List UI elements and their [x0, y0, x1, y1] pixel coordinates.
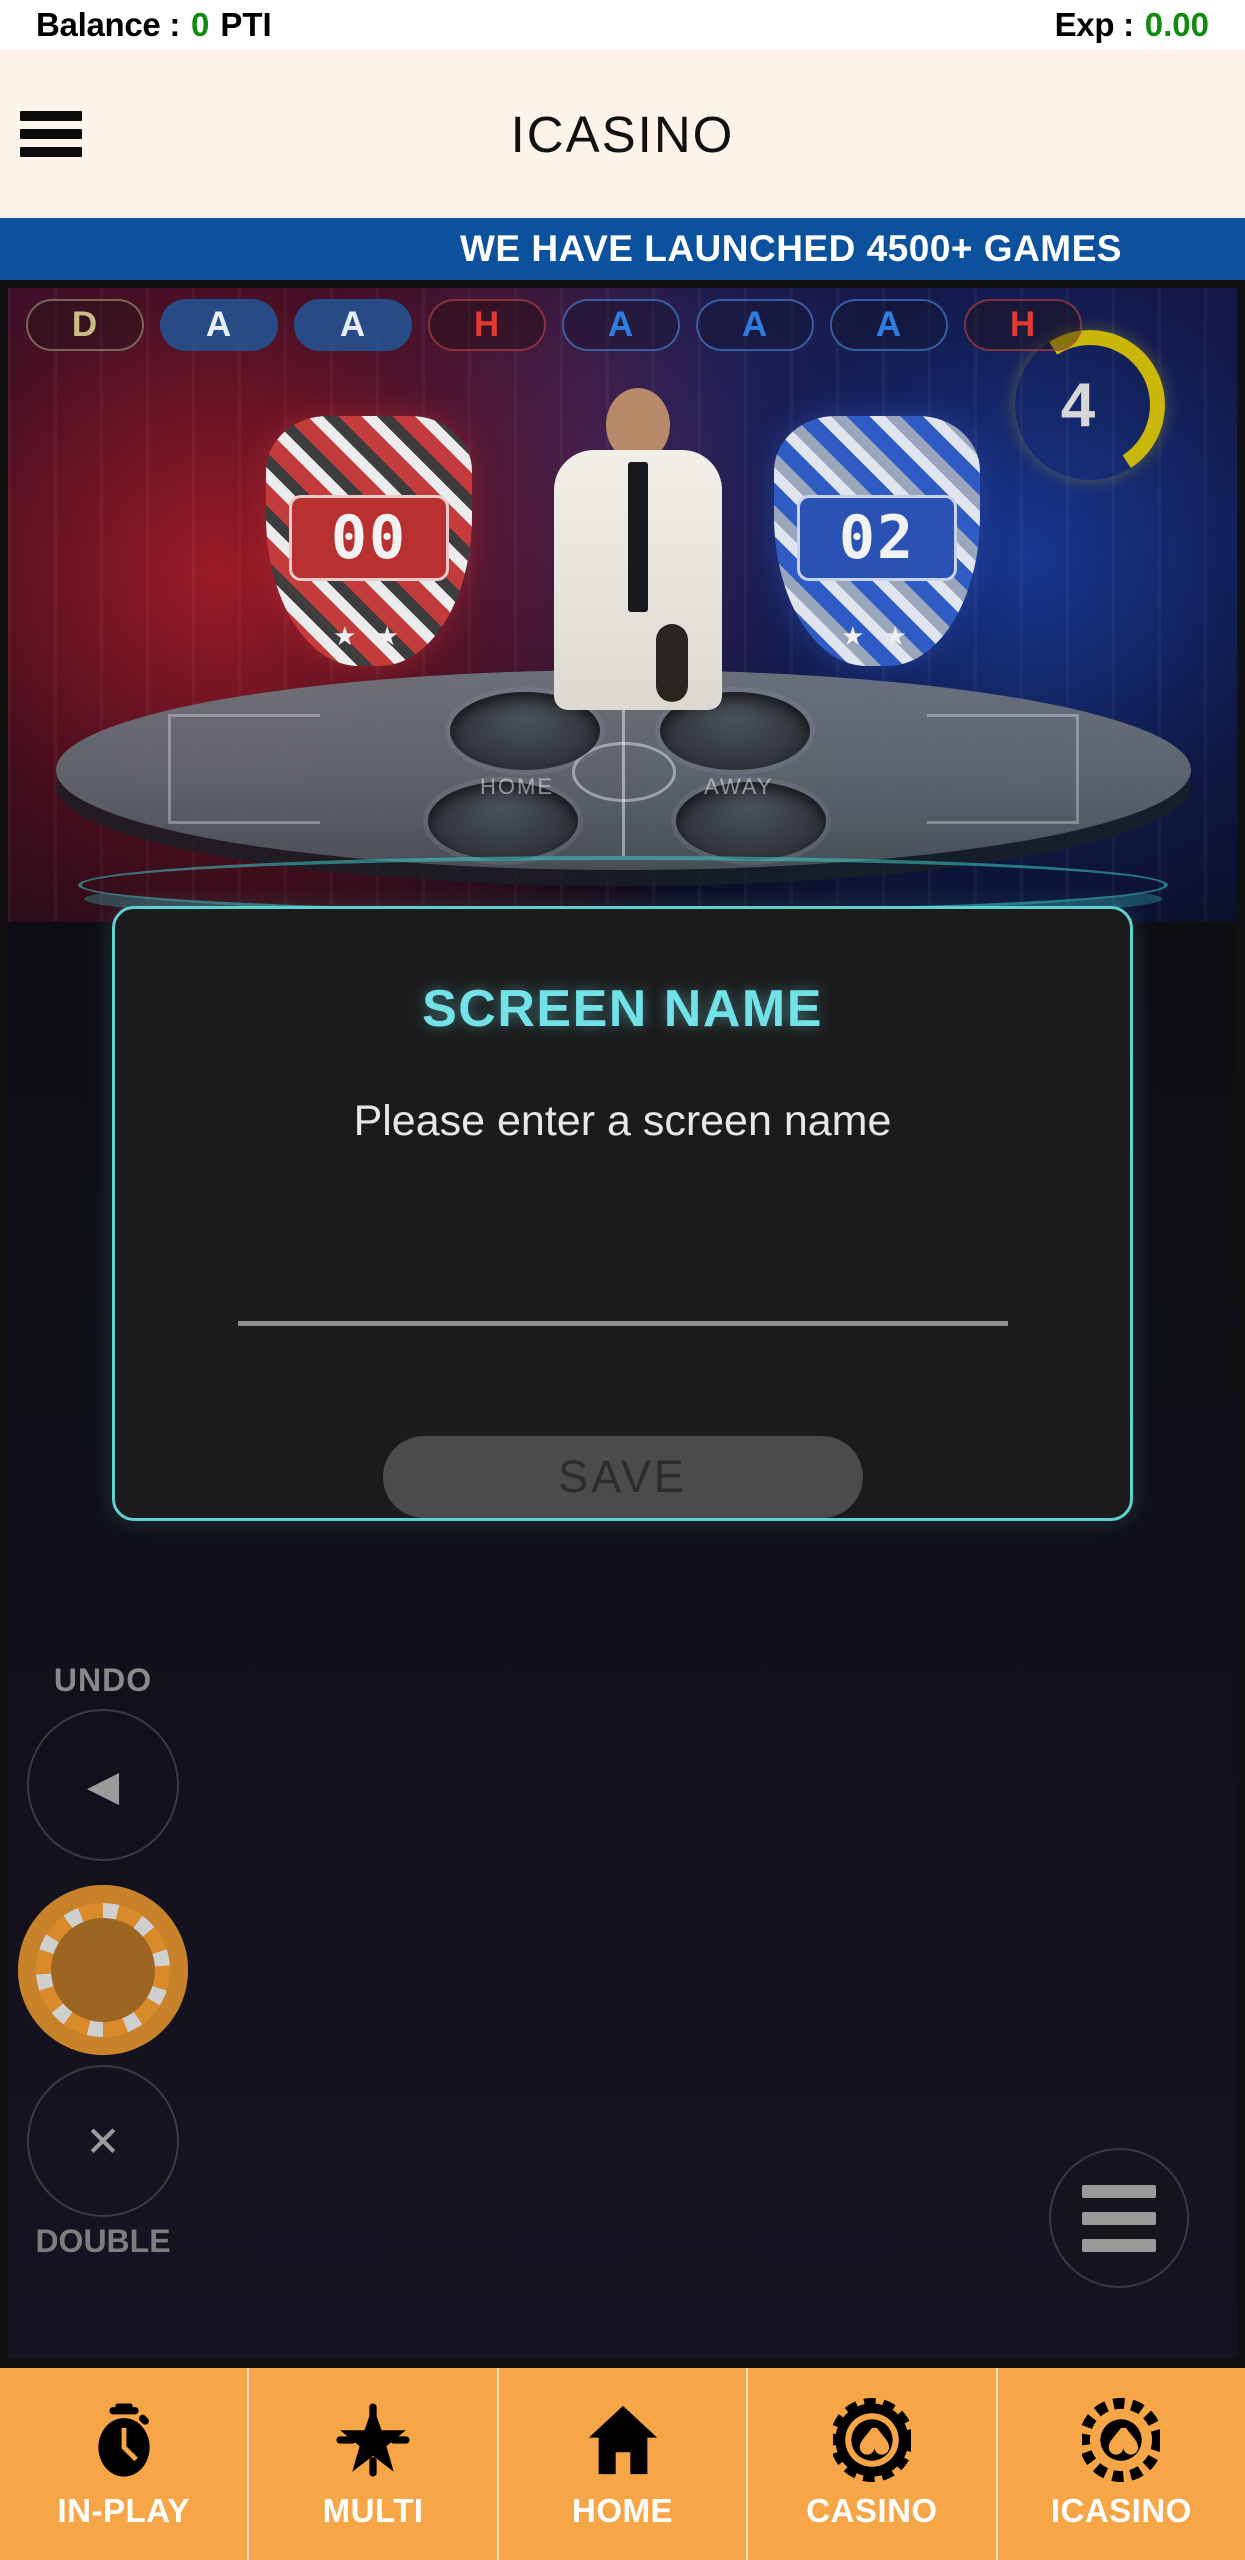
chip-inner — [51, 1918, 155, 2022]
presenter-tie — [628, 462, 648, 612]
history-pill[interactable]: D — [26, 299, 144, 351]
live-video-feed: 00 ★ ★ 02 ★ ★ 4 HOME AWAY D A A H A A A … — [8, 288, 1237, 922]
fab-bar-2 — [1082, 2211, 1156, 2225]
dialog-title: SCREEN NAME — [422, 980, 823, 1038]
undo-label: UNDO — [53, 1662, 153, 1698]
nav-label: IN-PLAY — [57, 2492, 190, 2529]
screen-name-dialog: SCREEN NAME Please enter a screen name S… — [112, 906, 1133, 1521]
nav-item-casino[interactable]: CASINO — [748, 2368, 998, 2560]
hamburger-icon[interactable] — [20, 111, 82, 157]
casino-chip-icon — [832, 2398, 911, 2482]
result-history-strip: D A A H A A A H — [8, 288, 1237, 362]
hamburger-bar-1 — [20, 111, 82, 121]
away-shield-stars: ★ ★ — [841, 621, 913, 651]
stopwatch-icon — [85, 2398, 163, 2482]
page-title: ICASINO — [510, 105, 735, 163]
casino-chip-icon[interactable] — [18, 1885, 188, 2055]
pitch-box-left — [168, 714, 320, 824]
game-stage: UNDO ◀ ✕ DOUBLE 00 ★ ★ 02 ★ ★ 4 HOME AWA… — [8, 288, 1237, 2358]
home-shield-stars: ★ ★ — [333, 621, 405, 651]
bottom-navigation: IN-PLAY MULTI HOME CASINO ICASINO — [0, 2368, 1245, 2560]
screen-name-input[interactable] — [237, 1278, 1008, 1326]
nav-item-multi[interactable]: MULTI — [249, 2368, 499, 2560]
fab-bar-3 — [1082, 2238, 1156, 2252]
home-score-value: 00 — [289, 495, 449, 581]
home-score-shield: 00 ★ ★ — [266, 416, 472, 666]
balance-value: 0 — [191, 6, 210, 43]
pitch-box-right — [927, 714, 1079, 824]
nav-label: ICASINO — [1050, 2492, 1192, 2529]
double-label: DOUBLE — [35, 2223, 171, 2259]
nav-item-in-play[interactable]: IN-PLAY — [0, 2368, 250, 2560]
balance-currency: PTI — [220, 6, 272, 43]
hamburger-bar-2 — [20, 129, 82, 139]
announcement-ticker: WE HAVE LAUNCHED 4500+ GAMES — [0, 218, 1245, 280]
balance-group: Balance : 0 PTI — [36, 6, 272, 44]
nav-item-home[interactable]: HOME — [499, 2368, 749, 2560]
presenter-figure — [548, 388, 728, 710]
balance-label: Balance : — [36, 6, 181, 43]
hamburger-bar-3 — [20, 147, 82, 157]
casino-chip-icon — [1082, 2398, 1161, 2482]
history-pill[interactable]: A — [830, 299, 948, 351]
balance-bar: Balance : 0 PTI Exp : 0.00 — [0, 0, 1245, 50]
history-pill[interactable]: H — [428, 299, 546, 351]
history-pill[interactable]: A — [696, 299, 814, 351]
history-pill[interactable]: H — [964, 299, 1082, 351]
table-label-away: AWAY — [704, 774, 774, 799]
history-pill[interactable]: A — [562, 299, 680, 351]
away-score-value: 02 — [797, 495, 957, 581]
save-button[interactable]: SAVE — [382, 1436, 863, 1518]
app-screen: Balance : 0 PTI Exp : 0.00 ICASINO WE HA… — [0, 0, 1245, 2560]
history-pill[interactable]: A — [160, 299, 278, 351]
fab-bar-1 — [1082, 2184, 1156, 2198]
exposure-group: Exp : 0.00 — [1055, 6, 1209, 44]
nav-label: HOME — [572, 2492, 674, 2529]
away-score-shield: 02 ★ ★ — [774, 416, 980, 666]
app-header: ICASINO — [0, 50, 1245, 218]
nav-label: MULTI — [322, 2492, 424, 2529]
close-x-icon[interactable]: ✕ — [27, 2065, 179, 2217]
exposure-label: Exp : — [1054, 6, 1134, 43]
ticker-text: WE HAVE LAUNCHED 4500+ GAMES — [460, 228, 1122, 269]
floating-menu-button[interactable] — [1049, 2148, 1189, 2288]
betting-side-controls: UNDO ◀ ✕ DOUBLE — [8, 1662, 198, 2260]
house-icon — [584, 2398, 662, 2482]
table-label-home: HOME — [480, 774, 554, 799]
nav-item-icasino[interactable]: ICASINO — [998, 2368, 1245, 2560]
countdown-value: 4 — [1060, 370, 1096, 440]
exposure-value: 0.00 — [1144, 6, 1209, 43]
undo-arrow-icon[interactable]: ◀ — [27, 1709, 179, 1861]
presenter-microphone — [656, 624, 688, 702]
star-burst-icon — [334, 2398, 412, 2482]
dialog-message: Please enter a screen name — [353, 1097, 892, 1145]
nav-label: CASINO — [806, 2492, 938, 2529]
history-pill[interactable]: A — [294, 299, 412, 351]
